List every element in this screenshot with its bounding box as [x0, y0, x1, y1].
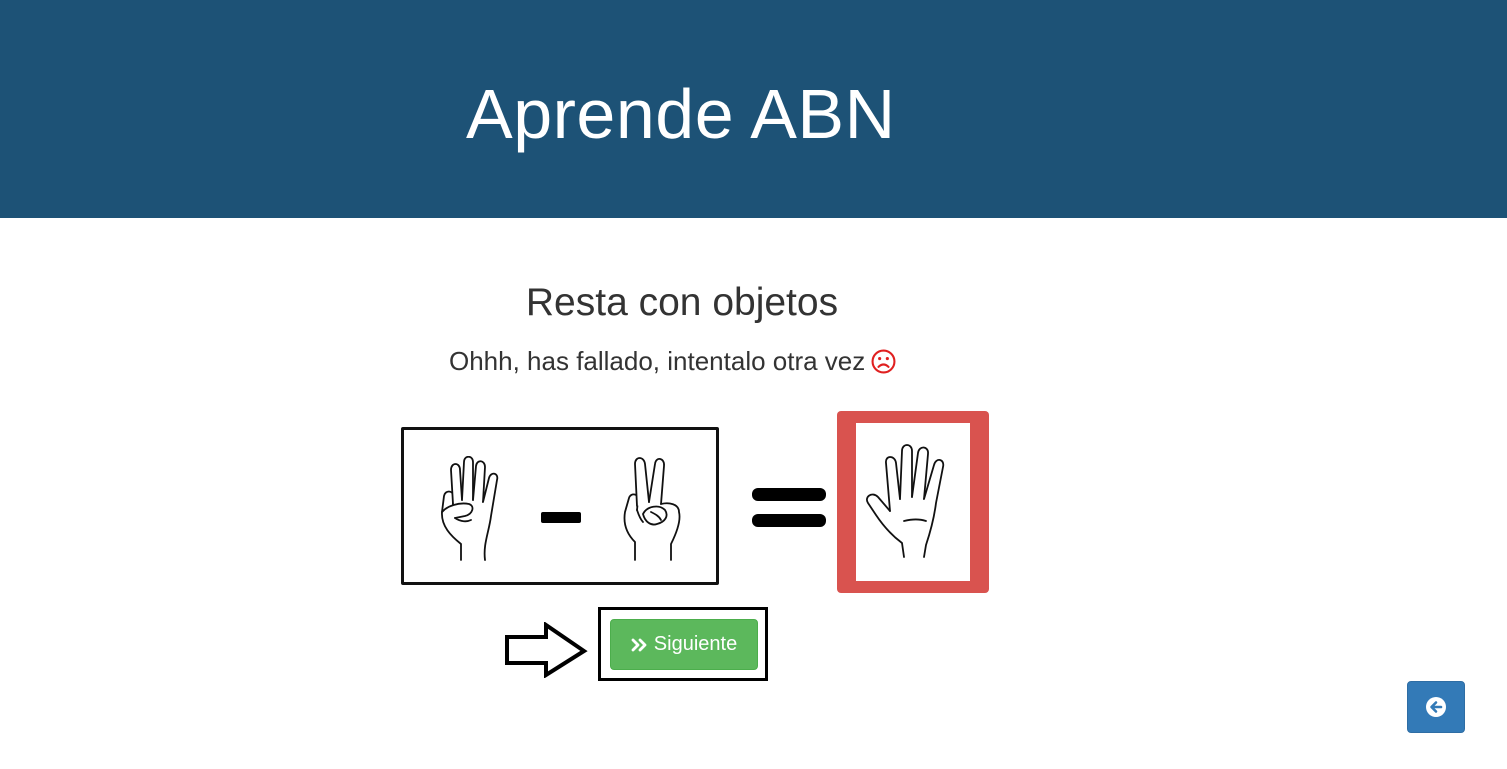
answer-card-inner	[856, 423, 970, 581]
double-chevron-right-icon	[631, 638, 647, 651]
hand-two-fingers-icon	[623, 457, 681, 561]
next-button-label: Siguiente	[653, 633, 738, 655]
feedback-text: Ohhh, has fallado, intentalo otra vez	[449, 346, 866, 376]
equals-bar-bottom	[752, 514, 826, 527]
exercise-title: Resta con objetos	[525, 281, 839, 324]
header-banner: Aprende ABN	[0, 0, 1507, 218]
next-button-frame: Siguiente	[598, 607, 768, 681]
next-button[interactable]: Siguiente	[610, 619, 758, 670]
operation-box	[401, 427, 719, 585]
feedback-message: Ohhh, has fallado, intentalo otra vez	[449, 345, 896, 377]
hand-five-fingers-icon	[866, 444, 945, 558]
minus-sign	[541, 512, 581, 523]
app-title: Aprende ABN	[466, 75, 896, 153]
arrow-right-outline-icon	[505, 622, 588, 678]
hand-four-fingers-icon	[441, 456, 499, 561]
back-button[interactable]	[1407, 681, 1465, 733]
sad-face-icon	[871, 349, 896, 374]
equals-bar-top	[752, 488, 826, 501]
arrow-circle-left-icon	[1426, 697, 1446, 717]
equals-sign	[752, 486, 826, 530]
answer-card-incorrect[interactable]	[837, 411, 989, 593]
